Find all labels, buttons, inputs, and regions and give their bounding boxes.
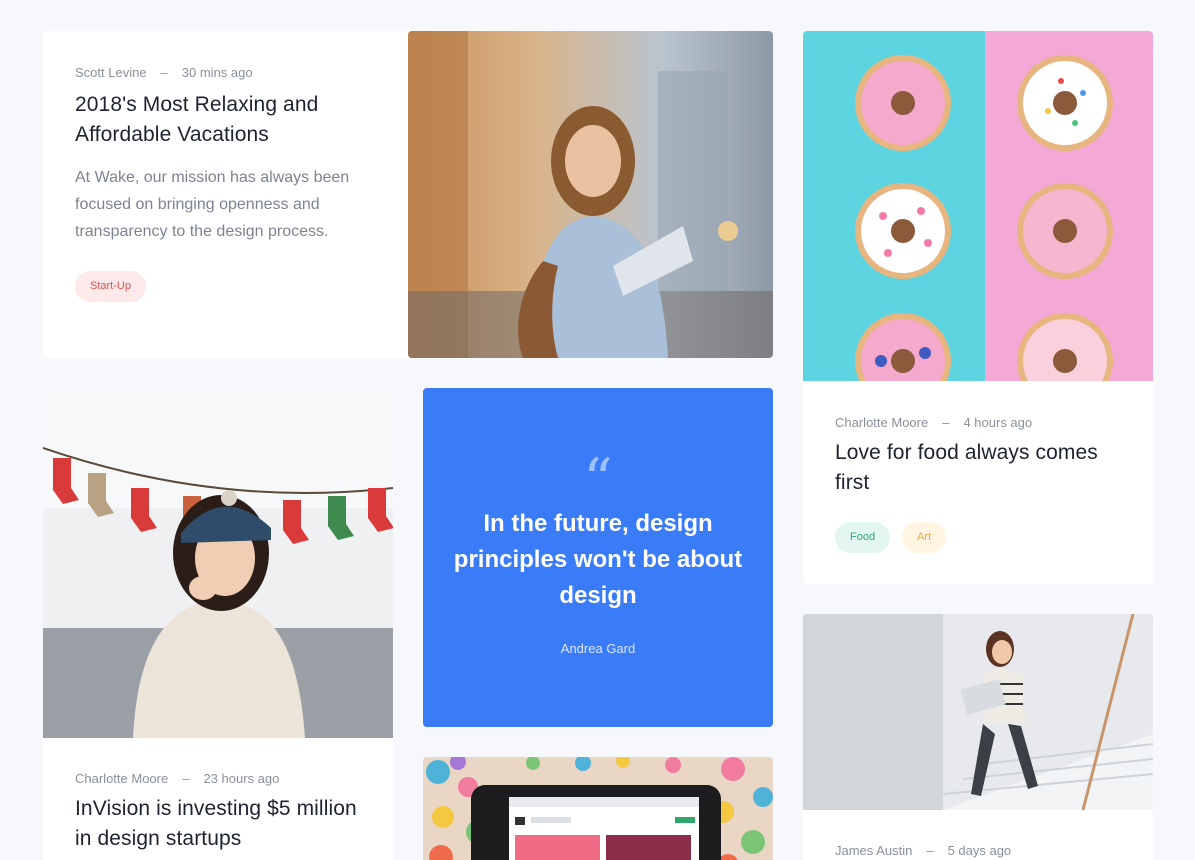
post-author[interactable]: Charlotte Moore xyxy=(75,771,168,786)
post-tags: Food Art xyxy=(835,522,1135,553)
post-time: 23 hours ago xyxy=(203,771,280,786)
tag-food[interactable]: Food xyxy=(835,522,891,553)
post-card-woman-laptop[interactable]: James Austin – 5 days ago xyxy=(803,614,1153,860)
post-meta: Charlotte Moore – 23 hours ago xyxy=(75,771,375,786)
tag-startup[interactable]: Start-Up xyxy=(75,271,146,302)
post-title[interactable]: 2018's Most Relaxing and Affordable Vaca… xyxy=(75,90,375,150)
post-excerpt: At Wake, our mission has always been foc… xyxy=(75,169,350,240)
meta-separator: – xyxy=(942,415,950,430)
post-card-food[interactable]: Charlotte Moore – 4 hours ago Love for f… xyxy=(803,31,1153,584)
post-card-body: James Austin – 5 days ago xyxy=(835,843,1135,858)
post-meta: Scott Levine – 30 mins ago xyxy=(75,65,375,80)
post-image-tablet-confetti[interactable] xyxy=(423,757,773,860)
meta-separator: – xyxy=(926,843,934,858)
post-title[interactable]: InVision is investing $5 million in desi… xyxy=(75,794,375,854)
tag-art[interactable]: Art xyxy=(902,522,947,553)
post-card-body: Charlotte Moore – 4 hours ago Love for f… xyxy=(835,415,1135,553)
quote-author: Andrea Gard xyxy=(560,641,636,656)
post-card-vacations[interactable]: Scott Levine – 30 mins ago 2018's Most R… xyxy=(43,31,773,358)
post-card-body: Scott Levine – 30 mins ago 2018's Most R… xyxy=(75,65,375,302)
post-meta: James Austin – 5 days ago xyxy=(835,843,1135,858)
quote-text: In the future, design principles won't b… xyxy=(453,510,743,609)
meta-separator: – xyxy=(160,65,168,80)
post-time: 5 days ago xyxy=(947,843,1012,858)
post-card-invision[interactable]: Charlotte Moore – 23 hours ago InVision … xyxy=(43,388,393,860)
meta-separator: – xyxy=(182,771,190,786)
post-author[interactable]: James Austin xyxy=(835,843,912,858)
quote-card[interactable]: “ In the future, design principles won't… xyxy=(423,388,773,727)
post-title[interactable]: Love for food always comes first xyxy=(835,438,1135,498)
post-card-tablet[interactable] xyxy=(423,757,773,860)
quote-icon: “ xyxy=(583,446,613,514)
post-author[interactable]: Charlotte Moore xyxy=(835,415,928,430)
post-image-woman-winter-hat[interactable] xyxy=(43,388,393,738)
post-time: 4 hours ago xyxy=(963,415,1033,430)
post-image-donuts[interactable] xyxy=(803,31,1153,381)
post-card-body: Charlotte Moore – 23 hours ago InVision … xyxy=(75,771,375,854)
post-time: 30 mins ago xyxy=(181,65,253,80)
post-author[interactable]: Scott Levine xyxy=(75,65,147,80)
post-meta: Charlotte Moore – 4 hours ago xyxy=(835,415,1135,430)
post-image-woman-with-map[interactable] xyxy=(408,31,773,358)
post-image-woman-laptop-stairs[interactable] xyxy=(803,614,1153,810)
